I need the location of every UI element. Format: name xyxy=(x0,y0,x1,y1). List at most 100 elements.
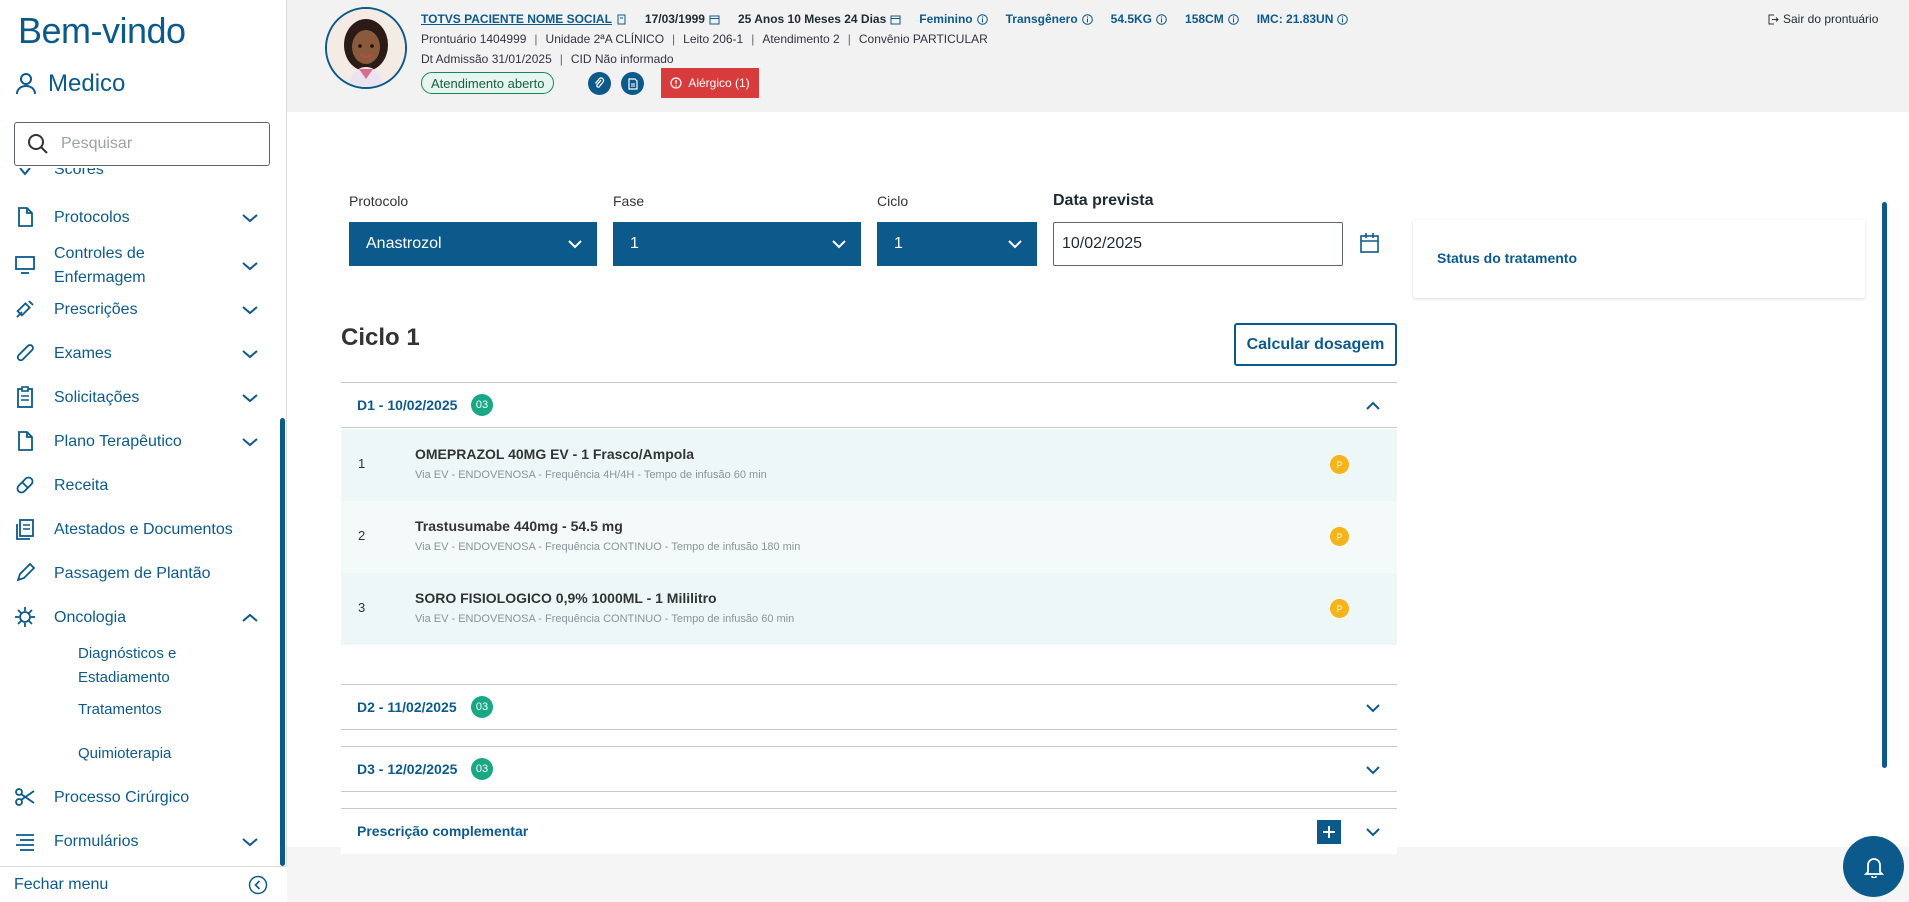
chevron-down-icon[interactable] xyxy=(1365,762,1381,778)
info-icon[interactable] xyxy=(1337,13,1349,25)
submenu-quimioterapia[interactable]: Quimioterapia xyxy=(78,742,171,766)
sidebar-item-label: Scores xyxy=(54,168,104,178)
patient-info-line-3: Dt Admissão 31/01/2025 | CID Não informad… xyxy=(421,52,674,66)
collapse-left-icon[interactable] xyxy=(248,875,268,895)
search-field[interactable] xyxy=(14,122,270,166)
chevron-down-icon[interactable] xyxy=(240,300,260,320)
sidebar-item-plano[interactable]: Plano Terapêutico xyxy=(0,430,278,454)
patient-name[interactable]: TOTVS PACIENTE NOME SOCIAL xyxy=(421,12,612,26)
drug-row[interactable]: 2 Trastusumabe 440mg - 54.5 mg Via EV - … xyxy=(341,501,1397,573)
info-icon[interactable] xyxy=(1227,13,1239,25)
patient-identity: Transgênero xyxy=(1005,12,1078,26)
sidebar-item-formularios[interactable]: Formulários xyxy=(0,830,278,854)
sidebar-item-label: Prescrições xyxy=(54,301,138,318)
drug-index: 1 xyxy=(358,456,366,471)
day-label: D1 - 10/02/2025 xyxy=(357,397,458,413)
patient-avatar xyxy=(325,7,407,89)
sidebar-item-atestados[interactable]: Atestados e Documentos xyxy=(0,518,278,542)
chevron-down-icon[interactable] xyxy=(240,344,260,364)
patient-height: 158CM xyxy=(1185,12,1224,26)
protocolo-select[interactable]: Anastrozol xyxy=(349,222,597,266)
drug-detail: Via EV - ENDOVENOSA - Frequência 4H/4H -… xyxy=(415,469,767,481)
user-profile[interactable]: Medico xyxy=(16,70,125,98)
info-icon[interactable] xyxy=(1081,13,1093,25)
chevron-down-icon[interactable] xyxy=(240,832,260,852)
sidebar-item-label: Exames xyxy=(54,345,112,362)
plus-icon xyxy=(1323,826,1335,838)
scissors-icon xyxy=(15,788,35,806)
chevron-down-icon[interactable] xyxy=(240,388,260,408)
sidebar-item-protocolos[interactable]: Protocolos xyxy=(0,206,278,230)
ciclo-label: Ciclo xyxy=(877,193,909,209)
day-header-d3[interactable]: D3 - 12/02/2025 03 xyxy=(341,746,1397,792)
calendar-icon xyxy=(709,15,720,24)
chevron-down-icon[interactable] xyxy=(1365,824,1381,840)
info-icon[interactable] xyxy=(1156,13,1167,25)
search-input[interactable] xyxy=(61,135,251,153)
drug-detail: Via EV - ENDOVENOSA - Frequência CONTINU… xyxy=(415,613,795,625)
drug-detail: Via EV - ENDOVENOSA - Frequência CONTINU… xyxy=(415,541,801,553)
drug-status-badge: P xyxy=(1330,599,1349,618)
drug-row[interactable]: 1 OMEPRAZOL 40MG EV - 1 Frasco/Ampola Vi… xyxy=(341,429,1397,501)
clipboard-icon xyxy=(17,386,33,408)
paperclip-icon xyxy=(594,77,605,88)
sidebar-item-processo-cirurgico[interactable]: Processo Cirúrgico xyxy=(0,786,278,810)
notifications-button[interactable] xyxy=(1843,836,1904,897)
sidebar-item-label: Receita xyxy=(54,477,109,494)
search-icon xyxy=(28,134,48,154)
chevron-up-icon[interactable] xyxy=(240,608,260,628)
chevron-down-icon xyxy=(832,240,846,249)
content-scrollbar[interactable] xyxy=(1882,202,1887,768)
sidebar-scrollbar[interactable] xyxy=(280,418,285,866)
ciclo-select[interactable]: 1 xyxy=(877,222,1037,266)
submenu-diagnosticos[interactable]: Diagnósticos e Estadiamento xyxy=(78,642,218,690)
info-icon[interactable] xyxy=(976,13,988,25)
patient-admissao: Dt Admissão 31/01/2025 xyxy=(421,52,552,66)
calendar-icon xyxy=(890,15,901,24)
sidebar-item-exames[interactable]: Exames xyxy=(0,342,278,366)
sidebar-item-prescricoes[interactable]: Prescrições xyxy=(0,298,278,322)
drug-row[interactable]: 3 SORO FISIOLOGICO 0,9% 1000ML - 1 Milil… xyxy=(341,573,1397,645)
sidebar-item-label: Plano Terapêutico xyxy=(54,433,182,450)
sidebar-item-passagem[interactable]: Passagem de Plantão xyxy=(0,562,278,586)
patient-birth: 17/03/1999 xyxy=(644,12,705,26)
sidebar-item-oncologia[interactable]: Oncologia xyxy=(0,606,278,630)
calculate-dosage-button[interactable]: Calcular dosagem xyxy=(1234,323,1397,366)
sidebar-item-label: Processo Cirúrgico xyxy=(54,789,190,806)
calendar-icon[interactable] xyxy=(1358,231,1382,255)
day-label: D3 - 12/02/2025 xyxy=(357,761,458,777)
allergy-badge[interactable]: Alérgico (1) xyxy=(661,68,759,98)
data-prevista-input[interactable]: 10/02/2025 xyxy=(1053,222,1343,266)
sidebar-item-receita[interactable]: Receita xyxy=(0,474,278,498)
chevron-down-icon[interactable] xyxy=(240,208,260,228)
user-icon xyxy=(16,73,36,95)
sidebar-item-controles[interactable]: Controles de Enfermagem xyxy=(0,242,278,292)
chevron-down-icon xyxy=(1008,240,1022,249)
alert-icon xyxy=(670,77,682,89)
day-count-badge: 03 xyxy=(471,696,493,718)
data-prevista-label: Data prevista xyxy=(1053,192,1154,209)
sidebar-item-scores[interactable]: Scores xyxy=(0,168,278,182)
close-menu[interactable]: Fechar menu xyxy=(0,866,287,902)
exit-record-link[interactable]: Sair do prontuário xyxy=(1768,12,1878,26)
patient-unidade: Unidade 2ªA CLÍNICO xyxy=(545,32,665,46)
treatment-status-title: Status do tratamento xyxy=(1437,250,1578,266)
exit-label: Sair do prontuário xyxy=(1783,12,1879,26)
drug-index: 3 xyxy=(358,600,366,615)
chevron-down-icon[interactable] xyxy=(240,432,260,452)
drug-name: SORO FISIOLOGICO 0,9% 1000ML - 1 Mililit… xyxy=(415,590,717,606)
submenu-tratamentos[interactable]: Tratamentos xyxy=(78,698,162,722)
add-complementary-button[interactable] xyxy=(1317,820,1341,844)
chevron-up-icon[interactable] xyxy=(1365,398,1381,414)
virus-icon xyxy=(15,607,35,627)
day-header-d2[interactable]: D2 - 11/02/2025 03 xyxy=(341,684,1397,730)
fase-select[interactable]: 1 xyxy=(613,222,861,266)
attachment-button[interactable] xyxy=(588,72,611,95)
chevron-down-icon[interactable] xyxy=(1365,700,1381,716)
chevron-down-icon[interactable] xyxy=(240,256,260,276)
copy-icon[interactable] xyxy=(616,14,627,25)
sidebar-item-solicitacoes[interactable]: Solicitações xyxy=(0,386,278,410)
document-button[interactable] xyxy=(621,72,644,95)
complementary-prescription-header[interactable]: Prescrição complementar xyxy=(341,808,1397,854)
day-header-d1[interactable]: D1 - 10/02/2025 03 xyxy=(341,382,1397,428)
